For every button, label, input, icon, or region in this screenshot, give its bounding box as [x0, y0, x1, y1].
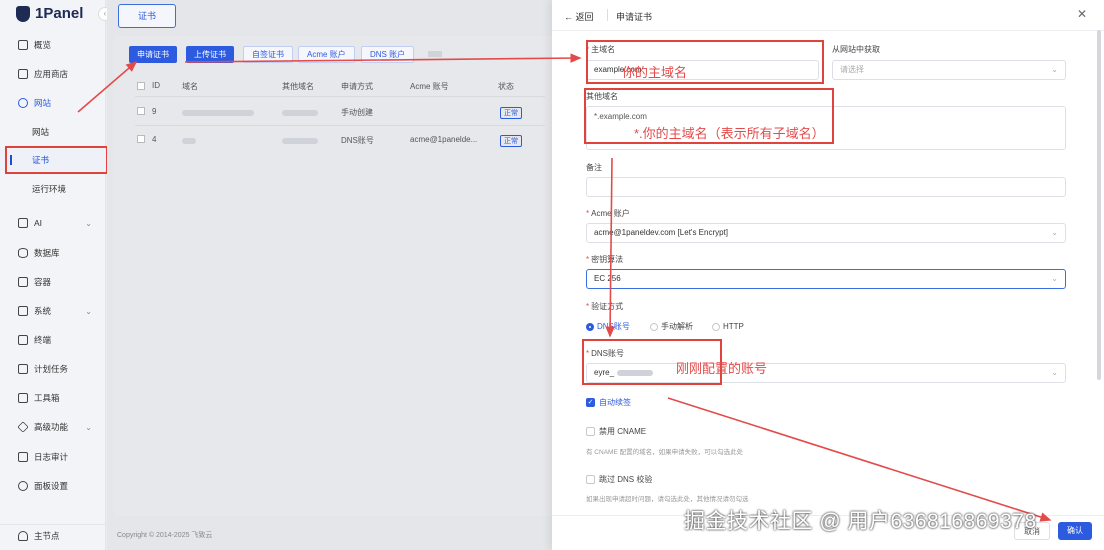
- watermark: 掘金技术社区 @ 用户636816869378: [684, 510, 1037, 533]
- annotation-arrows: [77, 53, 1052, 522]
